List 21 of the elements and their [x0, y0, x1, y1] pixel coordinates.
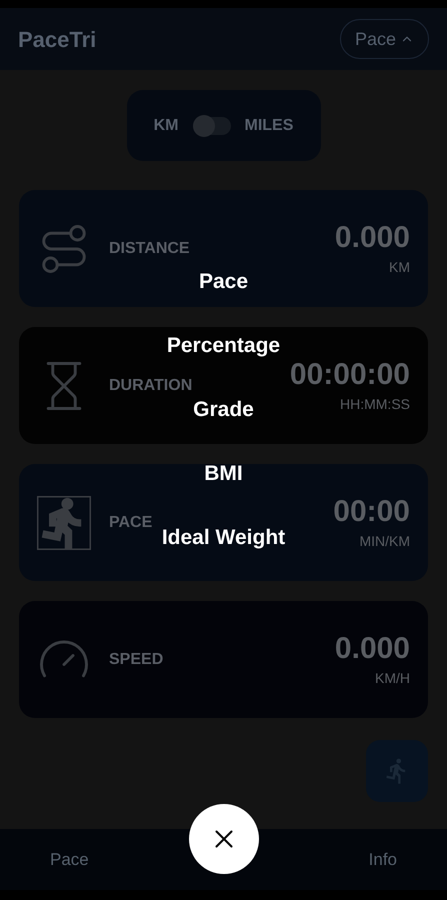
metric-label: DISTANCE	[109, 238, 190, 258]
metric-label: PACE	[109, 512, 152, 532]
metric-value: 00:00	[333, 494, 410, 530]
metric-unit: KM/H	[375, 668, 410, 688]
runner-icon	[37, 496, 91, 550]
metric-label: SPEED	[109, 650, 164, 670]
app-title: PaceTri	[18, 26, 96, 54]
km-label: KM	[154, 116, 178, 136]
metric-unit: MIN/KM	[359, 532, 410, 551]
unit-switch[interactable]	[192, 116, 230, 134]
metric-value: 00:00:00	[290, 357, 410, 394]
menu-item[interactable]: Ideal Weight	[154, 520, 294, 556]
metric-unit: HH:MM:SS	[340, 394, 410, 414]
menu-item[interactable]: Pace	[190, 264, 256, 300]
metric-value: 0.000	[334, 220, 410, 256]
run-fab[interactable]	[366, 740, 428, 802]
menu-item[interactable]: Percentage	[158, 328, 288, 364]
miles-label: MILES	[244, 116, 294, 136]
menu-item[interactable]: BMI	[196, 456, 251, 492]
metric-unit: KM	[389, 258, 410, 277]
metric-value: 0.000	[334, 631, 410, 668]
